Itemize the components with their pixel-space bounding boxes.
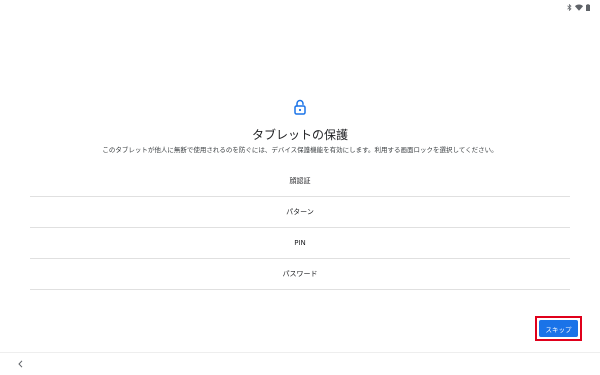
bluetooth-icon xyxy=(567,3,572,11)
option-password[interactable]: パスワード xyxy=(30,259,570,290)
wifi-icon xyxy=(575,4,583,11)
page-description: このタブレットが他人に無断で使用されるのを防ぐには、デバイス保護機能を有効にしま… xyxy=(102,146,498,154)
page-title: タブレットの保護 xyxy=(251,128,348,142)
lock-open-icon xyxy=(293,99,307,115)
status-bar xyxy=(567,2,590,12)
battery-icon xyxy=(586,3,590,11)
option-pattern[interactable]: パターン xyxy=(30,197,570,228)
option-pin[interactable]: PIN xyxy=(30,228,570,259)
chevron-left-icon[interactable] xyxy=(15,358,25,370)
screen-lock-option-list: 顔認証 パターン PIN パスワード xyxy=(30,166,570,290)
navigation-divider xyxy=(0,352,600,353)
option-face-unlock[interactable]: 顔認証 xyxy=(30,166,570,197)
skip-button[interactable]: スキップ xyxy=(539,320,578,337)
skip-button-highlight: スキップ xyxy=(535,316,582,341)
